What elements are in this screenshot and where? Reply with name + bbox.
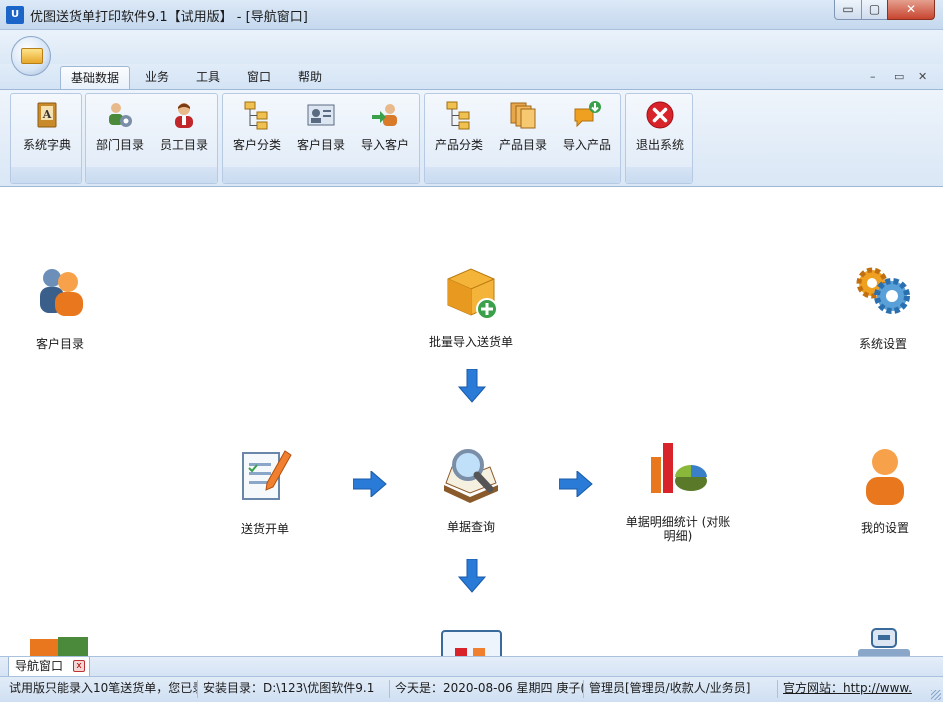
import-product-icon xyxy=(574,101,601,128)
gears-icon xyxy=(856,267,910,314)
svg-text:A: A xyxy=(42,108,52,121)
exit-x-icon xyxy=(646,101,674,129)
mdi-minimize-button[interactable]: – xyxy=(870,70,876,83)
quick-access-bar xyxy=(0,30,943,64)
arrow-right-icon xyxy=(353,471,387,497)
nav-system-settings[interactable]: 系统设置 xyxy=(840,263,926,351)
product-list-button[interactable]: 产品目录 xyxy=(491,100,555,153)
nav-batch-import[interactable]: 批量导入送货单 xyxy=(411,263,531,349)
status-trial-notice: 试用版只能录入10笔送货单，您已录 xyxy=(6,680,198,698)
product-folders-icon xyxy=(510,102,536,129)
status-user: 管理员[管理员/收款人/业务员] xyxy=(586,680,778,698)
arrow-right-icon xyxy=(559,471,593,497)
department-list-button[interactable]: 部门目录 xyxy=(88,100,152,153)
import-user-icon xyxy=(372,104,397,126)
mdi-close-button[interactable]: ✕ xyxy=(918,70,927,83)
employee-list-button[interactable]: 员工目录 xyxy=(152,100,216,153)
tab-basic-data[interactable]: 基础数据 xyxy=(60,66,130,90)
tree-category-icon xyxy=(244,101,268,130)
minimize-button[interactable]: ▭ xyxy=(834,0,862,20)
customer-list-button[interactable]: 客户目录 xyxy=(289,100,353,153)
customers-icon xyxy=(40,269,83,316)
ribbon-panel: A 系统字典 部门目录 员工目录 客户分类 客户目录 导入客户 产品分类 产品目… xyxy=(0,89,943,187)
document-tab-strip: 导航窗口 x xyxy=(0,656,943,677)
tree-category-icon xyxy=(446,101,470,130)
close-tab-icon[interactable]: x xyxy=(73,660,85,672)
boxes-icon xyxy=(30,637,88,656)
tab-navigation-window[interactable]: 导航窗口 x xyxy=(8,657,90,677)
nav-my-settings[interactable]: 我的设置 xyxy=(845,445,925,535)
tab-window[interactable]: 窗口 xyxy=(239,66,279,90)
tab-help[interactable]: 帮助 xyxy=(290,66,330,90)
arrow-down-icon xyxy=(458,559,486,593)
status-date: 今天是：2020-08-06 星期四 庚子( xyxy=(392,680,584,698)
nav-delivery-order[interactable]: 送货开单 xyxy=(225,445,305,536)
import-product-button[interactable]: 导入产品 xyxy=(555,100,619,153)
product-category-button[interactable]: 产品分类 xyxy=(427,100,491,153)
status-install-dir: 安装目录：D:\123\优图软件9.1 xyxy=(200,680,390,698)
status-bar: 试用版只能录入10笔送货单，您已录 安装目录：D:\123\优图软件9.1 今天… xyxy=(0,676,943,702)
open-folder-icon xyxy=(21,48,43,64)
window-title: 优图送货单打印软件9.1【试用版】 - [导航窗口] xyxy=(30,10,308,25)
app-menu-button[interactable] xyxy=(11,36,51,76)
nav-detail-statistics[interactable]: 单据明细统计 (对账 明细) xyxy=(616,439,740,543)
customer-category-button[interactable]: 客户分类 xyxy=(225,100,289,153)
arrow-down-icon xyxy=(458,369,486,403)
ribbon-group-exit: 退出系统 xyxy=(625,93,693,184)
ribbon-group-product: 产品分类 产品目录 导入产品 xyxy=(424,93,621,184)
ribbon-group-system: A 系统字典 xyxy=(10,93,82,184)
user-icon xyxy=(866,449,904,505)
calendar-window-icon xyxy=(441,630,502,656)
title-bar[interactable]: U 优图送货单打印软件9.1【试用版】 - [导航窗口] ▭ ▢ ✕ xyxy=(0,0,943,30)
bar-pie-chart-icon xyxy=(651,443,707,493)
contact-card-icon xyxy=(307,104,335,126)
import-customer-button[interactable]: 导入客户 xyxy=(353,100,417,153)
official-website-link[interactable]: 官方网站：http://www. xyxy=(780,680,915,698)
add-package-icon xyxy=(447,268,498,320)
magnifier-book-icon xyxy=(444,449,498,503)
ribbon-tabs: 基础数据 业务 工具 窗口 帮助 – ▭ ✕ xyxy=(0,64,943,90)
app-logo-icon: U xyxy=(6,6,24,24)
printer-icon xyxy=(858,628,910,656)
edit-form-icon xyxy=(242,450,292,500)
system-dictionary-button[interactable]: A 系统字典 xyxy=(15,100,79,153)
ribbon-group-org: 部门目录 员工目录 xyxy=(85,93,218,184)
mdi-restore-button[interactable]: ▭ xyxy=(894,70,904,83)
maximize-button[interactable]: ▢ xyxy=(861,0,888,20)
department-users-icon xyxy=(109,103,132,127)
employee-icon xyxy=(175,103,193,128)
dictionary-book-icon: A xyxy=(37,102,57,128)
nav-order-query[interactable]: 单据查询 xyxy=(431,445,511,534)
close-button[interactable]: ✕ xyxy=(887,0,935,20)
ribbon-group-customer: 客户分类 客户目录 导入客户 xyxy=(222,93,420,184)
tab-tools[interactable]: 工具 xyxy=(188,66,228,90)
resize-grip[interactable] xyxy=(931,690,941,700)
navigation-window: 客户目录 批量导入送货单 系统设置 送货开单 单据查询 单据明细统计 (对账 明… xyxy=(0,187,943,656)
nav-customer-list[interactable]: 客户目录 xyxy=(20,263,100,351)
exit-system-button[interactable]: 退出系统 xyxy=(628,100,692,153)
tab-business[interactable]: 业务 xyxy=(137,66,177,90)
